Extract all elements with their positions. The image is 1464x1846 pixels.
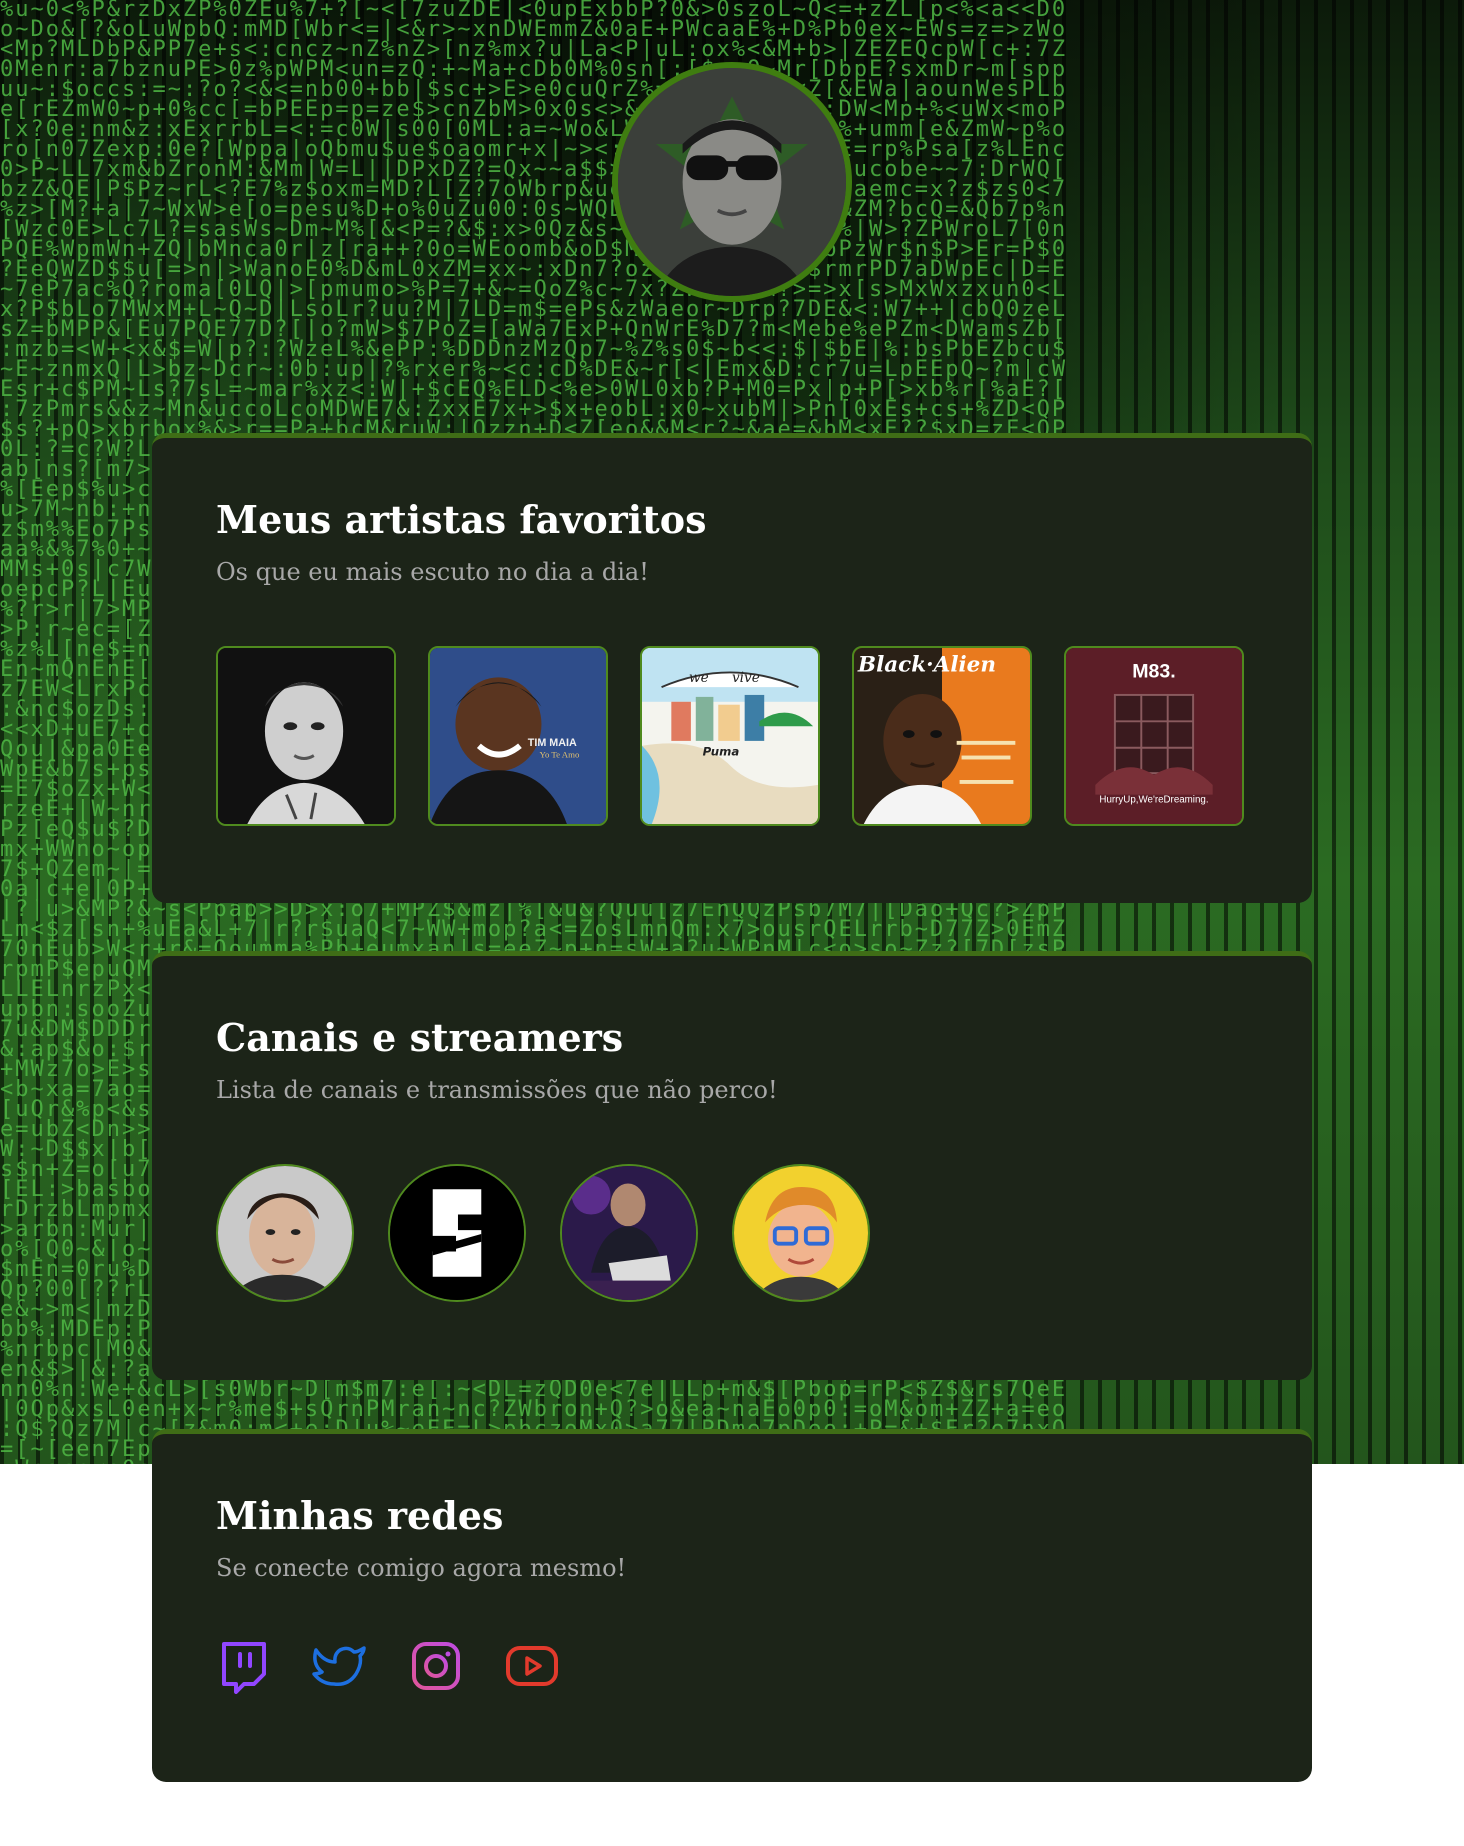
networks-card: Minhas redes Se conecte comigo agora mes…	[152, 1429, 1312, 1782]
streamer-avatar-3[interactable]	[560, 1164, 698, 1302]
youtube-link[interactable]	[504, 1638, 560, 1694]
twitter-icon	[312, 1646, 366, 1687]
black-alien-cover-title: Black·Alien	[857, 652, 996, 677]
we-vive-album-cover-icon: we vive Puma	[642, 648, 818, 824]
streamers-subtitle: Lista de canais e transmissões que não p…	[216, 1076, 778, 1104]
m83-cover-subtitle: HurryUp,We'reDreaming.	[1099, 794, 1208, 805]
streamer-avatar-1-icon	[218, 1166, 352, 1300]
tim-maia-cover-subtitle: Yo Te Amo	[540, 750, 580, 760]
instagram-link[interactable]	[408, 1638, 464, 1694]
artists-card: Meus artistas favoritos Os que eu mais e…	[152, 433, 1312, 903]
profile-page: %u~0<%P&rzDxZP%0ZEu%7+?[~<[7zuZDE|<0upEx…	[0, 0, 1464, 1846]
tim-maia-cover-title: TIM MAIA	[528, 737, 577, 749]
streamers-card: Canais e streamers Lista de canais e tra…	[152, 951, 1312, 1380]
youtube-icon	[506, 1646, 558, 1686]
streamer-avatar-1[interactable]	[216, 1164, 354, 1302]
streamer-avatar-3-icon	[562, 1166, 696, 1300]
artist-cover-3[interactable]: we vive Puma	[640, 646, 820, 826]
networks-title: Minhas redes	[216, 1493, 504, 1538]
m83-cover-title: M83.	[1132, 660, 1175, 682]
social-links	[216, 1638, 1248, 1694]
profile-avatar	[612, 62, 852, 302]
twitch-icon	[222, 1642, 266, 1694]
artist-cover-2[interactable]: TIM MAIA Yo Te Amo	[428, 646, 608, 826]
streamers-list	[216, 1164, 1248, 1302]
networks-subtitle: Se conecte comigo agora mesmo!	[216, 1554, 627, 1582]
black-alien-album-cover-icon: Black·Alien	[854, 648, 1030, 824]
streamer-avatar-2[interactable]	[388, 1164, 526, 1302]
twitch-link[interactable]	[216, 1638, 272, 1694]
streamer-avatar-4[interactable]	[732, 1164, 870, 1302]
artists-subtitle: Os que eu mais escuto no dia a dia!	[216, 558, 649, 586]
m83-album-cover-icon: M83. HurryUp,We'reDreaming.	[1066, 648, 1242, 824]
artists-title: Meus artistas favoritos	[216, 497, 707, 542]
streamers-title: Canais e streamers	[216, 1015, 624, 1060]
streamer-avatar-2-icon	[390, 1166, 524, 1300]
we-vive-cover-word-1: we	[689, 670, 709, 686]
streamer-avatar-4-icon	[734, 1166, 868, 1300]
artist-cover-4[interactable]: Black·Alien	[852, 646, 1032, 826]
artists-list: TIM MAIA Yo Te Amo we vive Puma Black·Al…	[216, 646, 1248, 826]
twitter-link[interactable]	[312, 1638, 368, 1694]
instagram-icon	[412, 1642, 460, 1690]
artist-cover-5[interactable]: M83. HurryUp,We'reDreaming.	[1064, 646, 1244, 826]
we-vive-cover-word-3: Puma	[703, 745, 740, 759]
artist-cover-1[interactable]	[216, 646, 396, 826]
lil-peep-album-cover-icon	[218, 648, 394, 824]
tim-maia-album-cover-icon: TIM MAIA Yo Te Amo	[430, 648, 606, 824]
we-vive-cover-word-2: vive	[732, 670, 760, 686]
profile-photo-icon	[618, 68, 846, 296]
